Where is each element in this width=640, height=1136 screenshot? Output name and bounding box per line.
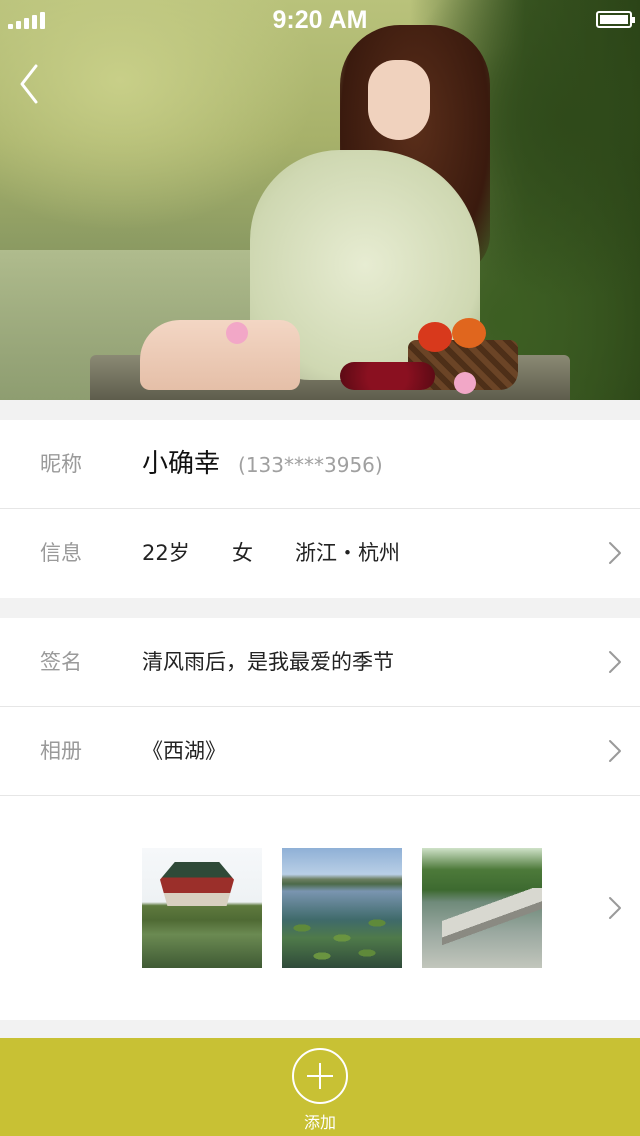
cover-photo bbox=[0, 0, 640, 400]
chevron-left-icon bbox=[20, 64, 38, 104]
album-photo[interactable] bbox=[282, 848, 402, 968]
status-bar: 9:20 AM bbox=[0, 0, 640, 40]
album-label: 相册 bbox=[40, 739, 82, 763]
back-button[interactable] bbox=[14, 62, 48, 106]
nickname-value: 小确幸 (133****3956) bbox=[142, 420, 383, 510]
phone-number: (133****3956) bbox=[238, 453, 383, 477]
nickname-row: 昵称 小确幸 (133****3956) bbox=[0, 420, 640, 509]
nickname: 小确幸 bbox=[142, 449, 221, 479]
chevron-right-icon bbox=[609, 740, 621, 762]
nickname-label: 昵称 bbox=[40, 452, 82, 476]
signature-value: 清风雨后，是我最爱的季节 bbox=[142, 650, 394, 674]
album-photo[interactable] bbox=[142, 848, 262, 968]
album-photos-row[interactable] bbox=[0, 796, 640, 1020]
add-label[interactable]: 添加 bbox=[0, 1109, 640, 1133]
signature-label: 签名 bbox=[40, 650, 82, 674]
profile-detail-card: 签名 清风雨后，是我最爱的季节 相册 《西湖》 bbox=[0, 618, 640, 1020]
album-row[interactable]: 相册 《西湖》 bbox=[0, 707, 640, 796]
info-value: 22岁 女 浙江・杭州 bbox=[142, 509, 400, 598]
album-name: 《西湖》 bbox=[142, 739, 226, 763]
gender: 女 bbox=[232, 541, 253, 565]
info-row[interactable]: 信息 22岁 女 浙江・杭州 bbox=[0, 509, 640, 598]
plus-circle-icon[interactable] bbox=[292, 1048, 348, 1104]
bottom-action-bar: 添加 bbox=[0, 1038, 640, 1136]
location: 浙江・杭州 bbox=[295, 541, 400, 565]
status-time: 9:20 AM bbox=[272, 6, 368, 34]
album-photo[interactable] bbox=[422, 848, 542, 968]
battery-full-icon bbox=[596, 11, 635, 28]
chevron-right-icon bbox=[609, 651, 621, 673]
chevron-right-icon bbox=[609, 542, 621, 564]
signature-row[interactable]: 签名 清风雨后，是我最爱的季节 bbox=[0, 618, 640, 707]
chevron-right-icon bbox=[609, 897, 621, 919]
info-label: 信息 bbox=[40, 541, 82, 565]
profile-basic-card: 昵称 小确幸 (133****3956) 信息 22岁 女 浙江・杭州 bbox=[0, 420, 640, 598]
age: 22岁 bbox=[142, 541, 190, 565]
